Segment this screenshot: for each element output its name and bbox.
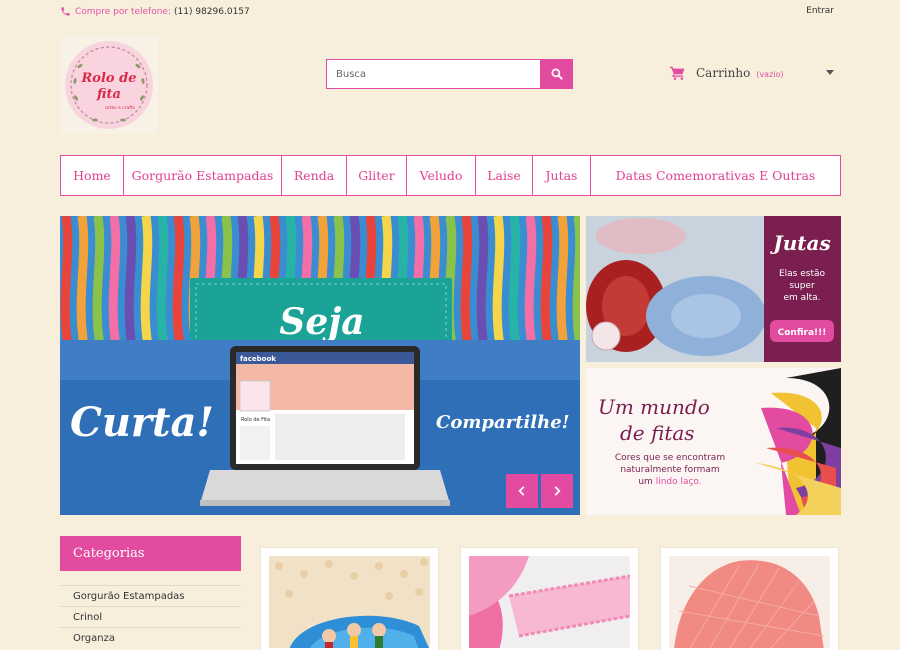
- chevron-down-icon[interactable]: [826, 70, 834, 75]
- nav-item-gliter[interactable]: Gliter: [347, 156, 407, 195]
- product-card[interactable]: [460, 547, 639, 650]
- slider-right-text: Compartilhe!: [436, 412, 570, 433]
- nav-item-laise[interactable]: Laise: [476, 156, 533, 195]
- main-slider[interactable]: Seja Curta! Compartilhe! facebook Rolo d…: [60, 216, 580, 515]
- chevron-right-icon: [554, 486, 561, 496]
- product-card[interactable]: [260, 547, 439, 650]
- categories-list: Gorgurão Estampadas Crinol Organza: [60, 585, 241, 648]
- nav-item-renda[interactable]: Renda: [282, 156, 347, 195]
- product-image[interactable]: [269, 556, 430, 648]
- login-link[interactable]: Entrar: [806, 6, 834, 16]
- jutas-cta[interactable]: Confira!!!: [778, 328, 827, 338]
- fitas-title-1: Um mundo: [598, 395, 710, 419]
- cart-label: Carrinho: [696, 66, 751, 80]
- fitas-line3-prefix: um: [638, 477, 652, 487]
- banner-fitas[interactable]: Um mundo de fitas Cores que se encontram…: [586, 368, 841, 515]
- fb-brand: facebook: [240, 355, 276, 363]
- logo-title-1: Rolo de: [81, 71, 137, 86]
- slider-left-text: Curta!: [70, 399, 214, 446]
- nav-item-datas-comemorativas[interactable]: Datas Comemorativas E Outras: [591, 156, 840, 195]
- product-image[interactable]: [669, 556, 830, 648]
- top-bar: Compre por telefone: (11) 98296.0157 Ent…: [0, 0, 900, 24]
- jutas-line3: em alta.: [783, 293, 820, 303]
- slider-headline: Seja: [279, 301, 364, 343]
- category-item[interactable]: Gorgurão Estampadas: [60, 585, 241, 606]
- fitas-title-2: de fitas: [620, 421, 695, 445]
- slider-next-button[interactable]: [541, 474, 573, 508]
- jutas-line2: super: [789, 281, 815, 291]
- category-item[interactable]: Crinol: [60, 606, 241, 627]
- fitas-line2: naturalmente formam: [620, 465, 719, 475]
- svg-text:um lindo laço.: um lindo laço.: [638, 477, 701, 487]
- fb-page-name: Rolo de Fita: [241, 417, 270, 423]
- product-image[interactable]: [469, 556, 630, 648]
- logo-subtitle: artes e crafts: [105, 105, 135, 111]
- logo[interactable]: Rolo de fita artes e crafts: [60, 36, 158, 134]
- search-icon: [550, 68, 563, 80]
- categories-title: Categorias: [60, 536, 241, 571]
- cart-block[interactable]: Carrinho (vazio): [670, 63, 840, 83]
- fitas-line1: Cores que se encontram: [615, 453, 725, 463]
- main-nav: Home Gorgurão Estampadas Renda Gliter Ve…: [60, 155, 841, 196]
- banner-jutas[interactable]: Jutas Elas estão super em alta. Confira!…: [586, 216, 841, 362]
- nav-item-jutas[interactable]: Jutas: [533, 156, 591, 195]
- search-bar: [326, 59, 573, 89]
- jutas-title: Jutas: [769, 231, 830, 255]
- phone-number: (11) 98296.0157: [174, 6, 250, 17]
- logo-title-2: fita: [96, 87, 121, 102]
- nav-item-veludo[interactable]: Veludo: [407, 156, 476, 195]
- search-input[interactable]: [326, 59, 540, 89]
- jutas-line1: Elas estão: [779, 269, 826, 279]
- cart-status: (vazio): [756, 69, 784, 79]
- slider-prev-button[interactable]: [506, 474, 538, 508]
- product-card[interactable]: [660, 547, 839, 650]
- search-button[interactable]: [540, 59, 573, 89]
- fitas-line3-highlight: lindo laço.: [656, 477, 702, 487]
- cart-icon: [670, 66, 685, 80]
- nav-item-home[interactable]: Home: [61, 156, 124, 195]
- phone-label: Compre por telefone:: [75, 6, 172, 17]
- category-item[interactable]: Organza: [60, 627, 241, 648]
- phone-contact: Compre por telefone: (11) 98296.0157: [60, 6, 250, 17]
- nav-item-gorgurao-estampadas[interactable]: Gorgurão Estampadas: [124, 156, 282, 195]
- phone-icon: [61, 7, 70, 16]
- chevron-left-icon: [518, 486, 525, 496]
